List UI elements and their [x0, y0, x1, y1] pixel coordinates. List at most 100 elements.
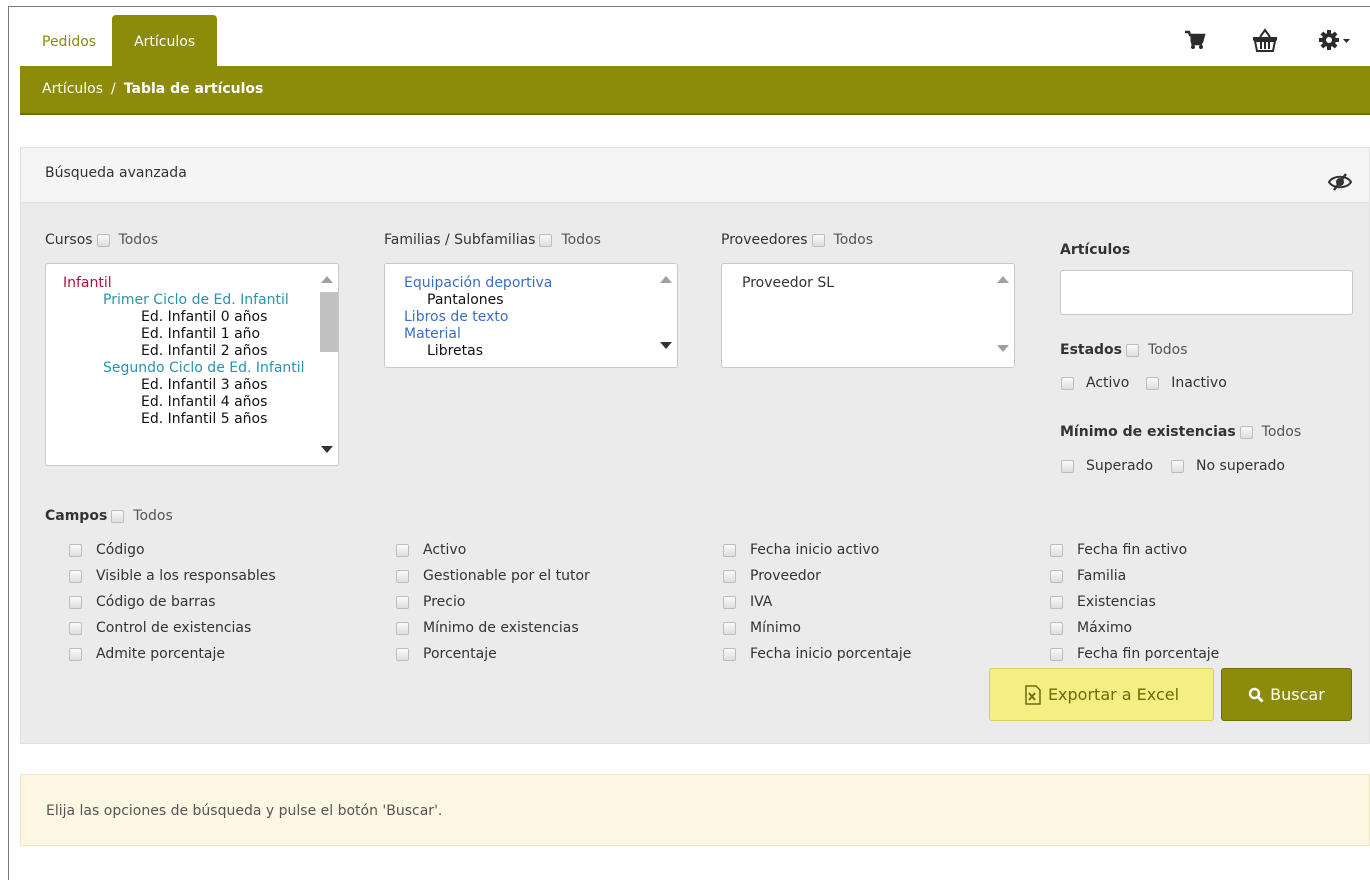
list-item[interactable]: Ed. Infantil 2 años	[141, 343, 267, 359]
campo-item[interactable]: Código	[69, 542, 145, 558]
campo-label: IVA	[750, 594, 773, 610]
cursos-scrollbar[interactable]	[316, 264, 338, 465]
proveedores-todos-checkbox[interactable]	[811, 233, 825, 247]
tab-articulos[interactable]: Artículos	[112, 15, 218, 66]
campo-item[interactable]: IVA	[723, 594, 772, 610]
panel-header: Búsqueda avanzada	[21, 148, 1369, 203]
campo-label: Admite porcentaje	[96, 646, 225, 662]
list-item[interactable]: Libros de texto	[404, 309, 508, 325]
campo-item[interactable]: Mínimo	[723, 620, 801, 636]
campo-item[interactable]: Activo	[396, 542, 466, 558]
scroll-up-icon[interactable]	[997, 276, 1009, 283]
estado-inactivo-checkbox[interactable]	[1146, 376, 1160, 390]
proveedores-todos-label: Todos	[833, 232, 874, 248]
list-item[interactable]: Material	[404, 326, 461, 342]
campo-label: Fecha fin activo	[1077, 542, 1188, 558]
familias-todos-checkbox[interactable]	[539, 233, 553, 247]
campo-item[interactable]: Visible a los responsables	[69, 568, 276, 584]
breadcrumb-parent[interactable]: Artículos	[42, 81, 103, 97]
cursos-listbox[interactable]: Infantil Primer Ciclo de Ed. Infantil Ed…	[45, 263, 339, 466]
campo-checkbox[interactable]	[723, 595, 736, 609]
campo-item[interactable]: Fecha inicio porcentaje	[723, 646, 911, 662]
list-item[interactable]: Ed. Infantil 5 años	[141, 411, 267, 427]
search-button[interactable]: Buscar	[1221, 668, 1352, 721]
basket-icon[interactable]	[1230, 22, 1300, 58]
list-item[interactable]: Infantil	[63, 275, 112, 291]
cart-icon[interactable]	[1160, 22, 1230, 58]
proveedores-scrollbar[interactable]	[992, 264, 1014, 367]
scroll-thumb[interactable]	[320, 292, 338, 352]
campo-checkbox[interactable]	[1050, 621, 1063, 635]
campo-item[interactable]: Control de existencias	[69, 620, 251, 636]
campo-checkbox[interactable]	[1050, 543, 1063, 557]
scroll-up-icon[interactable]	[660, 276, 672, 283]
list-item[interactable]: Equipación deportiva	[404, 275, 552, 291]
scroll-up-icon[interactable]	[321, 276, 333, 283]
scroll-down-icon[interactable]	[997, 345, 1009, 352]
campo-item[interactable]: Gestionable por el tutor	[396, 568, 590, 584]
campo-checkbox[interactable]	[396, 647, 409, 661]
campo-checkbox[interactable]	[396, 595, 409, 609]
articulos-input[interactable]	[1060, 270, 1353, 315]
proveedores-listbox[interactable]: Proveedor SL	[721, 263, 1015, 368]
minimo-superado-checkbox[interactable]	[1061, 459, 1074, 473]
scroll-down-icon[interactable]	[321, 446, 333, 453]
tab-pedidos[interactable]: Pedidos	[28, 15, 110, 66]
familias-listbox[interactable]: Equipación deportiva Pantalones Libros d…	[384, 263, 678, 368]
campo-checkbox[interactable]	[723, 621, 736, 635]
campo-checkbox[interactable]	[396, 621, 409, 635]
gear-icon[interactable]	[1300, 22, 1370, 58]
campo-label: Fecha inicio activo	[750, 542, 880, 558]
cursos-todos-checkbox[interactable]	[96, 233, 110, 247]
campo-checkbox[interactable]	[723, 647, 736, 661]
list-item[interactable]: Libretas	[427, 343, 483, 359]
campo-checkbox[interactable]	[396, 543, 409, 557]
campo-checkbox[interactable]	[69, 595, 82, 609]
campo-checkbox[interactable]	[396, 569, 409, 583]
minimo-todos-checkbox[interactable]	[1239, 425, 1253, 439]
familias-scrollbar[interactable]	[655, 264, 677, 367]
eye-slash-icon[interactable]	[1327, 172, 1353, 192]
campo-label: Fecha inicio porcentaje	[750, 646, 912, 662]
breadcrumb-current: Tabla de artículos	[123, 81, 264, 97]
campo-item[interactable]: Fecha fin activo	[1050, 542, 1187, 558]
campo-item[interactable]: Fecha fin porcentaje	[1050, 646, 1219, 662]
scroll-down-icon[interactable]	[660, 342, 672, 349]
campo-item[interactable]: Fecha inicio activo	[723, 542, 879, 558]
campo-item[interactable]: Familia	[1050, 568, 1126, 584]
campo-item[interactable]: Porcentaje	[396, 646, 497, 662]
campo-label: Fecha fin porcentaje	[1077, 646, 1220, 662]
campo-checkbox[interactable]	[69, 647, 82, 661]
campo-item[interactable]: Existencias	[1050, 594, 1156, 610]
campo-item[interactable]: Proveedor	[723, 568, 821, 584]
list-item[interactable]: Ed. Infantil 4 años	[141, 394, 267, 410]
campo-checkbox[interactable]	[69, 569, 82, 583]
list-item[interactable]: Primer Ciclo de Ed. Infantil	[103, 292, 289, 308]
cursos-label-row: Cursos Todos	[45, 232, 158, 248]
campo-item[interactable]: Código de barras	[69, 594, 216, 610]
campo-checkbox[interactable]	[723, 543, 736, 557]
campo-checkbox[interactable]	[69, 621, 82, 635]
campos-todos-checkbox[interactable]	[111, 509, 125, 523]
estados-todos-checkbox[interactable]	[1126, 343, 1140, 357]
list-item[interactable]: Pantalones	[427, 292, 504, 308]
campo-checkbox[interactable]	[69, 543, 82, 557]
campo-item[interactable]: Admite porcentaje	[69, 646, 225, 662]
estados-options: Activo Inactivo	[1061, 375, 1227, 391]
list-item[interactable]: Ed. Infantil 0 años	[141, 309, 267, 325]
list-item[interactable]: Proveedor SL	[742, 275, 834, 291]
campo-checkbox[interactable]	[723, 569, 736, 583]
export-excel-button[interactable]: Exportar a Excel	[989, 668, 1214, 721]
minimo-no-superado-checkbox[interactable]	[1171, 459, 1185, 473]
campo-checkbox[interactable]	[1050, 647, 1063, 661]
estado-activo-checkbox[interactable]	[1061, 376, 1074, 390]
campo-item[interactable]: Máximo	[1050, 620, 1132, 636]
campo-checkbox[interactable]	[1050, 595, 1063, 609]
campo-item[interactable]: Precio	[396, 594, 465, 610]
list-item[interactable]: Segundo Ciclo de Ed. Infantil	[103, 360, 305, 376]
campo-checkbox[interactable]	[1050, 569, 1063, 583]
list-item[interactable]: Ed. Infantil 1 año	[141, 326, 260, 342]
list-item[interactable]: Ed. Infantil 3 años	[141, 377, 267, 393]
minimo-todos-label: Todos	[1261, 424, 1302, 440]
campo-item[interactable]: Mínimo de existencias	[396, 620, 579, 636]
